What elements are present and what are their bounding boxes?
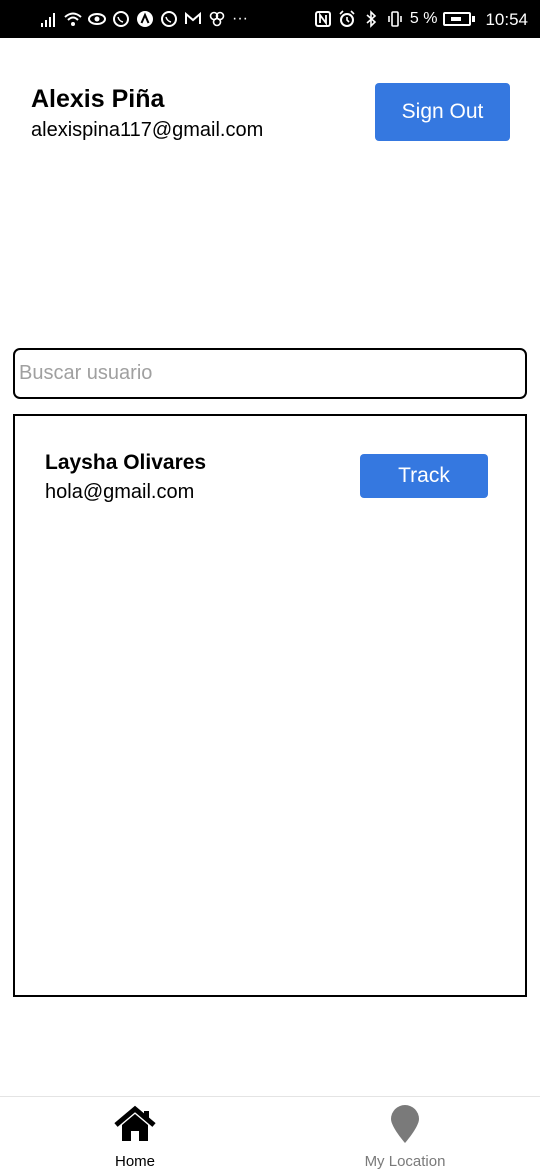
tab-label: Home xyxy=(114,1153,155,1170)
list-item: Laysha Olivares hola@gmail.com Track xyxy=(45,450,497,510)
alarm-icon xyxy=(338,10,356,28)
eye-icon xyxy=(88,10,106,28)
tab-my-location[interactable]: My Location xyxy=(270,1097,540,1170)
app-a-icon xyxy=(136,10,154,28)
wifi-icon xyxy=(64,10,82,28)
tab-label: My Location xyxy=(364,1153,446,1170)
profile-email: alexispina117@gmail.com xyxy=(31,119,264,141)
profile-name: Alexis Piña xyxy=(31,85,165,113)
user-list: Laysha Olivares hola@gmail.com Track xyxy=(13,414,527,997)
battery-icon xyxy=(443,12,476,26)
signal-icon xyxy=(40,10,58,28)
whatsapp-icon xyxy=(112,10,130,28)
clock: 10:54 xyxy=(485,9,528,29)
sign-out-button[interactable]: Sign Out xyxy=(375,83,510,141)
vibrate-icon xyxy=(386,10,404,28)
location-pin-icon xyxy=(383,1105,427,1145)
bluetooth-icon xyxy=(362,10,380,28)
profile-header: Alexis Piña alexispina117@gmail.com xyxy=(31,84,351,143)
gmail-icon xyxy=(184,10,202,28)
battery-percent: 5 % xyxy=(409,10,438,27)
search-user-input[interactable] xyxy=(13,348,527,399)
more-icon: ··· xyxy=(232,10,248,27)
pinwheel-icon xyxy=(208,10,226,28)
status-bar: ··· 5 % 10:54 xyxy=(0,0,540,38)
tab-home[interactable]: Home xyxy=(0,1097,270,1170)
track-button[interactable]: Track xyxy=(360,454,488,498)
home-icon xyxy=(113,1105,157,1145)
whatsapp-icon xyxy=(160,10,178,28)
status-left: ··· xyxy=(40,10,248,28)
nfc-icon xyxy=(314,10,332,28)
status-right: 5 % 10:54 xyxy=(314,10,528,28)
bottom-tab-bar: Home My Location xyxy=(0,1096,540,1170)
